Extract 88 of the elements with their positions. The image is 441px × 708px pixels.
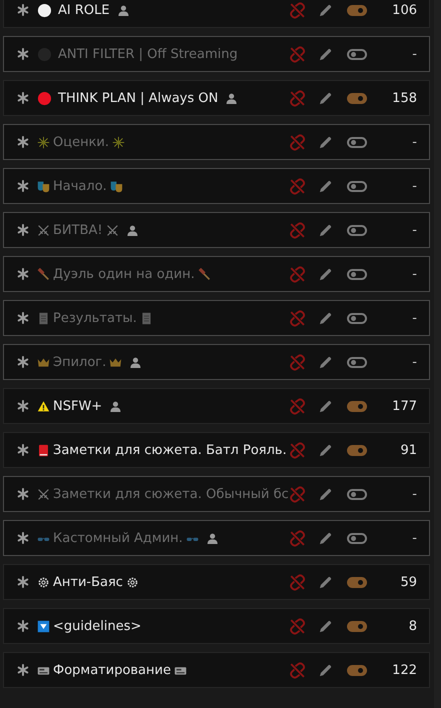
- asterisk-icon[interactable]: [17, 532, 29, 544]
- toggle-switch[interactable]: [347, 4, 367, 16]
- circle-icon: [37, 2, 52, 18]
- token-count: -: [411, 266, 417, 282]
- pencil-icon[interactable]: [318, 618, 333, 634]
- toggle-switch[interactable]: [347, 532, 367, 544]
- asterisk-icon[interactable]: [17, 664, 29, 676]
- token-count: 91: [399, 442, 417, 458]
- entry-name: Кастомный Админ.: [53, 530, 183, 546]
- toggle-switch[interactable]: [347, 180, 367, 192]
- asterisk-icon[interactable]: [17, 444, 29, 456]
- pencil-icon[interactable]: [318, 222, 333, 238]
- masks-icon: [110, 180, 123, 192]
- asterisk-icon[interactable]: [17, 48, 29, 60]
- pencil-icon[interactable]: [318, 486, 333, 502]
- toggle-switch[interactable]: [347, 136, 367, 148]
- entry-name: Заметки для сюжета. Обычный бс: [53, 486, 289, 502]
- toggle-switch[interactable]: [347, 224, 367, 236]
- asterisk-icon[interactable]: [17, 576, 29, 588]
- toggle-switch[interactable]: [347, 664, 367, 676]
- asterisk-icon[interactable]: [17, 4, 29, 16]
- pencil-icon[interactable]: [318, 310, 333, 326]
- pencil-icon[interactable]: [318, 46, 333, 62]
- entry-name: THINK PLAN | Always ON: [58, 90, 218, 106]
- token-count: -: [411, 486, 417, 502]
- pencil-icon[interactable]: [318, 662, 333, 678]
- asterisk-icon[interactable]: [17, 268, 29, 280]
- asterisk-icon[interactable]: [17, 356, 29, 368]
- document-icon: [140, 312, 153, 324]
- pencil-icon[interactable]: [318, 354, 333, 370]
- asterisk-icon[interactable]: [17, 180, 29, 192]
- pencil-icon[interactable]: [318, 266, 333, 282]
- token-count: -: [411, 530, 417, 546]
- token-count: 158: [391, 90, 417, 106]
- toggle-switch[interactable]: [347, 444, 367, 456]
- entry-name: Анти-Баяс: [53, 574, 123, 590]
- pencil-icon[interactable]: [318, 530, 333, 546]
- entry-name: <guidelines>: [53, 618, 142, 634]
- pencil-icon[interactable]: [318, 178, 333, 194]
- pencil-icon[interactable]: [318, 442, 333, 458]
- toggle-switch[interactable]: [347, 92, 367, 104]
- asterisk-icon[interactable]: [17, 224, 29, 236]
- toggle-switch[interactable]: [347, 620, 367, 632]
- toggle-switch[interactable]: [347, 312, 367, 324]
- asterisk-icon[interactable]: [17, 488, 29, 500]
- toggle-switch[interactable]: [347, 576, 367, 588]
- toggle-switch[interactable]: [347, 488, 367, 500]
- asterisk-icon[interactable]: [17, 92, 29, 104]
- asterisk-icon[interactable]: [17, 400, 29, 412]
- pencil-icon[interactable]: [318, 2, 333, 18]
- token-count: 122: [391, 662, 417, 678]
- entry-name: Оценки.: [53, 134, 110, 150]
- pencil-icon[interactable]: [318, 90, 333, 106]
- token-count: -: [411, 222, 417, 238]
- entry-name: Начало.: [53, 178, 107, 194]
- toggle-switch[interactable]: [347, 356, 367, 368]
- entry-name: NSFW+: [53, 398, 102, 414]
- entry-name: Дуэль один на один.: [53, 266, 195, 282]
- token-count: -: [411, 46, 417, 62]
- document-icon: [37, 312, 50, 324]
- token-count: 8: [408, 618, 417, 634]
- entry-name: Эпилог.: [53, 354, 106, 370]
- entry-name: БИТВА!: [53, 222, 103, 238]
- entry-name: Заметки для сюжета. Батл Рояль.: [53, 442, 287, 458]
- token-count: -: [411, 310, 417, 326]
- token-count: -: [411, 134, 417, 150]
- toggle-switch[interactable]: [347, 268, 367, 280]
- toggle-switch[interactable]: [347, 48, 367, 60]
- token-count: -: [411, 354, 417, 370]
- pencil-icon[interactable]: [318, 574, 333, 590]
- pencil-icon[interactable]: [318, 134, 333, 150]
- warning-icon: [37, 400, 50, 412]
- token-count: 177: [391, 398, 417, 414]
- entry-name: Результаты.: [53, 310, 137, 326]
- asterisk-icon[interactable]: [17, 312, 29, 324]
- pencil-icon[interactable]: [318, 398, 333, 414]
- toggle-switch[interactable]: [347, 400, 367, 412]
- entry-name: Форматирование: [53, 662, 171, 678]
- token-count: 106: [391, 2, 417, 18]
- asterisk-icon[interactable]: [17, 136, 29, 148]
- token-count: -: [411, 178, 417, 194]
- entry-name: ANTI FILTER | Off Streaming: [58, 46, 238, 62]
- masks-icon: [37, 180, 50, 192]
- entry-name: AI ROLE: [58, 2, 110, 18]
- circle-icon: [37, 90, 52, 106]
- asterisk-icon[interactable]: [17, 620, 29, 632]
- token-count: 59: [399, 574, 417, 590]
- book-icon: [37, 444, 50, 456]
